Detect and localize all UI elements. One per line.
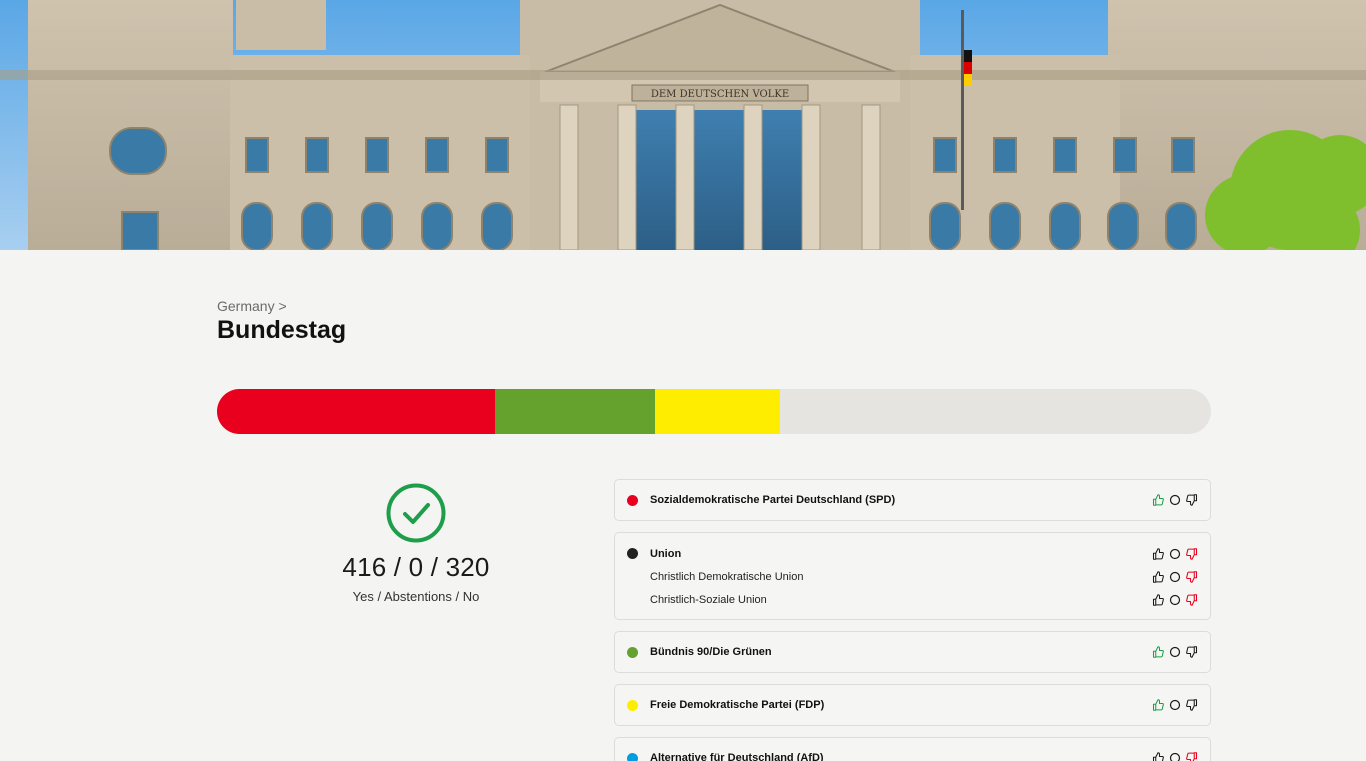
party-row: Bündnis 90/Die Grünen (627, 641, 1198, 664)
vote-bar-segment (655, 389, 780, 434)
party-name: Freie Demokratische Partei (FDP) (650, 699, 825, 711)
breadcrumb-separator: > (278, 298, 287, 314)
party-color-dot (627, 548, 638, 559)
vote-bar-segment (217, 389, 496, 434)
thumbs-down-icon (1185, 547, 1198, 560)
party-color-dot (627, 494, 638, 506)
party-card[interactable]: Union Christlich Demokratische Union Chris… (614, 532, 1211, 620)
party-color-dot (627, 752, 638, 761)
party-vote-list: Sozialdemokratische Partei Deutschland (… (614, 479, 1211, 761)
party-color-dot (627, 699, 638, 711)
party-card[interactable]: Bündnis 90/Die Grünen (614, 631, 1211, 673)
party-row: Sozialdemokratische Partei Deutschland (… (627, 489, 1198, 512)
result-summary: 416 / 0 / 320 Yes / Abstentions / No (300, 482, 532, 604)
circle-icon (1168, 646, 1181, 659)
inscription-text: DEM DEUTSCHEN VOLKE (651, 89, 789, 100)
party-name: Bündnis 90/Die Grünen (650, 646, 772, 658)
hero-image: DEM DEUTSCHEN VOLKE (0, 0, 1366, 250)
subparty-row: Christlich-Soziale Union (627, 588, 1198, 611)
party-row: Freie Demokratische Partei (FDP) (627, 694, 1198, 717)
subparty-name: Christlich Demokratische Union (650, 570, 804, 583)
thumbs-up-icon (1151, 699, 1164, 712)
thumbs-up-icon (1151, 494, 1164, 507)
thumbs-up-icon (1151, 593, 1164, 606)
vote-tally: 416 / 0 / 320 (342, 552, 490, 582)
party-card[interactable]: Freie Demokratische Partei (FDP) (614, 684, 1211, 726)
breadcrumb-country-link[interactable]: Germany (217, 298, 275, 314)
thumbs-down-icon (1185, 699, 1198, 712)
thumbs-up-icon (1151, 547, 1164, 560)
party-name: Sozialdemokratische Partei Deutschland (… (650, 494, 896, 506)
thumbs-up-icon (1151, 646, 1164, 659)
party-name: Union (650, 547, 682, 560)
vote-icons (1151, 646, 1198, 659)
party-row: Union (627, 542, 1198, 565)
party-card[interactable]: Alternative für Deutschland (AfD) (614, 737, 1211, 761)
page-title: Bundestag (217, 316, 347, 344)
circle-icon (1168, 752, 1181, 761)
thumbs-down-icon (1185, 570, 1198, 583)
thumbs-down-icon (1185, 494, 1198, 507)
thumbs-up-icon (1151, 752, 1164, 761)
subparty-row: Christlich Demokratische Union (627, 565, 1198, 588)
party-card[interactable]: Sozialdemokratische Partei Deutschland (… (614, 479, 1211, 521)
vote-icons (1151, 593, 1198, 606)
circle-icon (1168, 593, 1181, 606)
vote-tally-caption: Yes / Abstentions / No (352, 589, 480, 604)
party-name: Alternative für Deutschland (AfD) (650, 752, 824, 761)
reichstag-building-illustration: DEM DEUTSCHEN VOLKE (0, 0, 1366, 250)
vote-icons (1151, 547, 1198, 560)
circle-icon (1168, 547, 1181, 560)
thumbs-down-icon (1185, 593, 1198, 606)
circle-icon (1168, 494, 1181, 507)
circle-icon (1168, 570, 1181, 583)
thumbs-down-icon (1185, 752, 1198, 761)
thumbs-up-icon (1151, 570, 1164, 583)
party-color-dot (627, 646, 638, 658)
vote-distribution-bar (217, 389, 1211, 434)
vote-icons (1151, 699, 1198, 712)
circle-icon (1168, 699, 1181, 712)
check-circle-icon (386, 483, 446, 543)
vote-icons (1151, 752, 1198, 761)
vote-bar-segment (495, 389, 656, 434)
breadcrumb: Germany > (217, 298, 287, 314)
subparty-name: Christlich-Soziale Union (650, 593, 767, 606)
vote-icons (1151, 570, 1198, 583)
thumbs-down-icon (1185, 646, 1198, 659)
party-row: Alternative für Deutschland (AfD) (627, 747, 1198, 761)
vote-icons (1151, 494, 1198, 507)
